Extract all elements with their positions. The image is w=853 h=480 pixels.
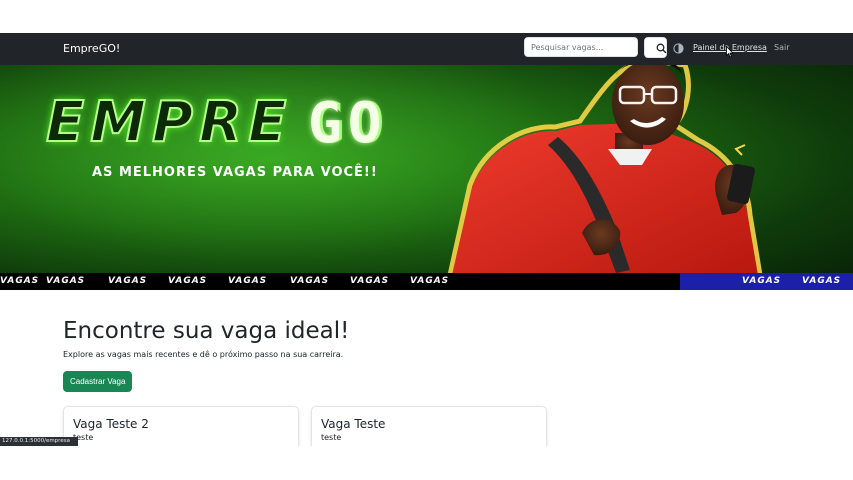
page-top-margin [0, 0, 853, 33]
job-card-title: Vaga Teste [321, 417, 386, 431]
marquee-word: VAGAS [350, 276, 390, 286]
hero-tagline: AS MELHORES VAGAS PARA VOCÊ!! [92, 165, 378, 180]
page-title: Encontre sua vaga ideal! [63, 318, 350, 344]
contrast-icon[interactable] [673, 43, 684, 54]
page-subtitle: Explore as vagas mais recentes e dê o pr… [63, 350, 344, 359]
search-input[interactable] [524, 37, 638, 57]
search-button[interactable] [644, 37, 667, 58]
page-bottom-margin [0, 446, 853, 480]
marquee-word: VAGAS [228, 276, 268, 286]
marquee-word: VAGAS [802, 276, 842, 286]
register-job-button[interactable]: Cadastrar Vaga [63, 371, 133, 392]
job-card-title: Vaga Teste 2 [73, 417, 149, 431]
marquee-word: VAGAS [108, 276, 148, 286]
browser-status-url: 127.0.0.1:5000/empresa [0, 437, 78, 446]
marquee-word: VAGAS [46, 276, 86, 286]
mouse-cursor-icon [726, 46, 734, 58]
marquee-word: VAGAS [0, 276, 40, 286]
vagas-marquee-band: VAGAS VAGAS VAGAS VAGAS VAGAS VAGAS VAGA… [0, 273, 853, 290]
marquee-words: VAGAS VAGAS VAGAS VAGAS VAGAS VAGAS VAGA… [0, 276, 853, 288]
marquee-word: VAGAS [410, 276, 450, 286]
navbar: EmpreGO! Painel da Empresa Sair [0, 33, 853, 65]
marquee-word: VAGAS [168, 276, 208, 286]
hero-banner: EMPRE GO AS MELHORES VAGAS PARA VOCÊ!! V… [0, 65, 853, 290]
marquee-word: VAGAS [290, 276, 330, 286]
hero-logo-empre: EMPRE [45, 90, 293, 155]
hero-person-image [447, 65, 763, 275]
marquee-word: VAGAS [742, 276, 782, 286]
navbar-brand[interactable]: EmpreGO! [63, 42, 120, 55]
job-card-description: teste [321, 433, 342, 442]
search-icon [656, 43, 667, 54]
hero-logo-go: GO [308, 91, 388, 156]
logout-link[interactable]: Sair [774, 43, 790, 52]
